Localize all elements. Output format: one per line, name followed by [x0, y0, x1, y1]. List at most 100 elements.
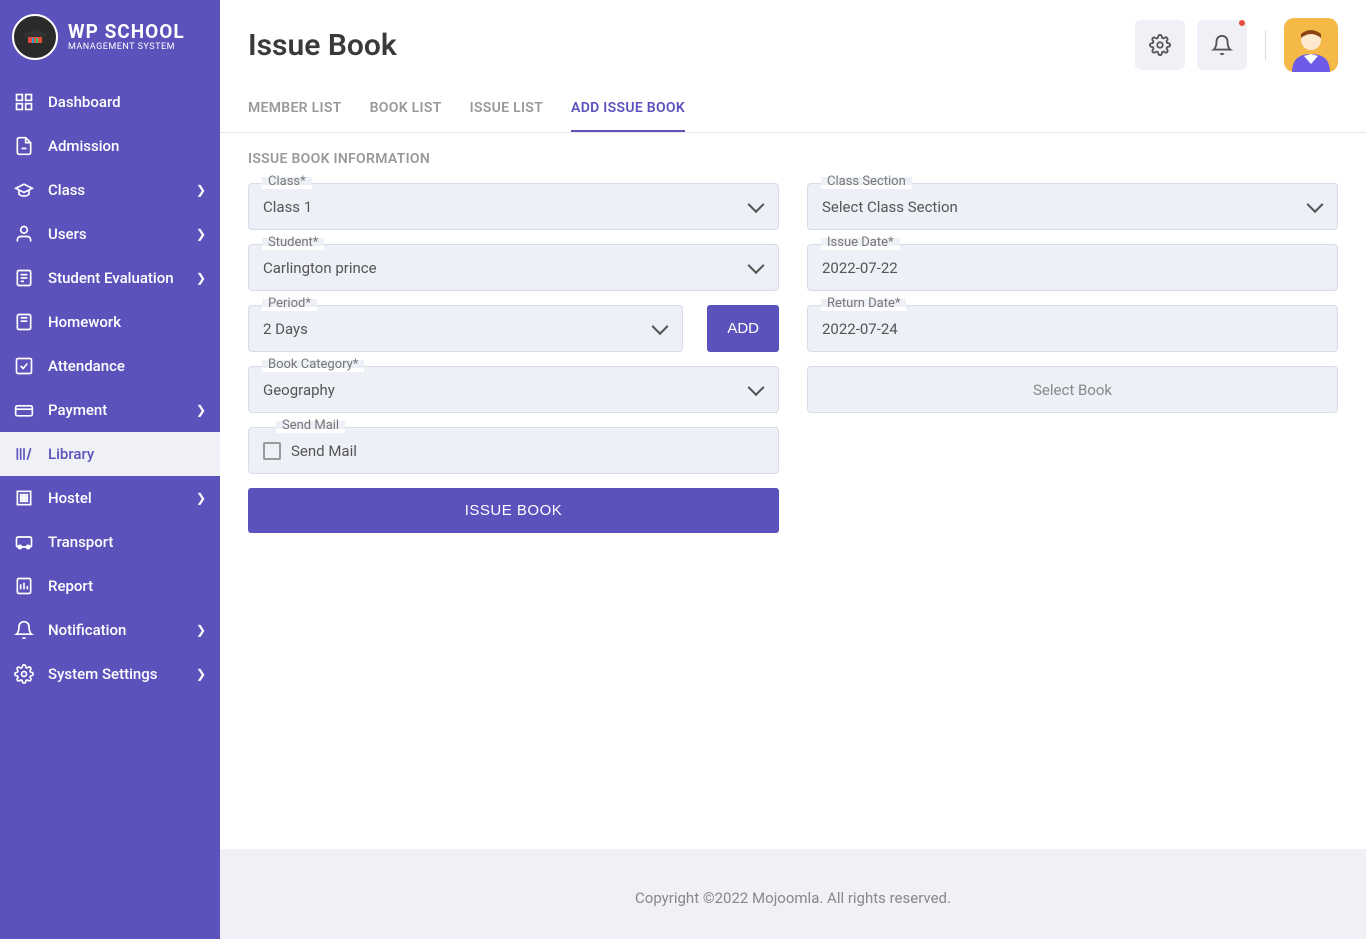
return-date-input[interactable]: 2022-07-24: [807, 305, 1338, 352]
sidebar-item-system-settings[interactable]: System Settings❯: [0, 652, 220, 696]
sidebar-item-label: Class: [48, 181, 196, 199]
logo[interactable]: WP SCHOOL MANAGEMENT SYSTEM: [0, 0, 220, 80]
notification-dot: [1239, 20, 1245, 26]
sidebar-item-label: Notification: [48, 621, 196, 639]
sidebar-item-label: System Settings: [48, 665, 196, 683]
sidebar-item-transport[interactable]: Transport: [0, 520, 220, 564]
chevron-right-icon: ❯: [196, 667, 206, 681]
select-book[interactable]: Select Book: [807, 366, 1338, 413]
sidebar-item-notification[interactable]: Notification❯: [0, 608, 220, 652]
chevron-right-icon: ❯: [196, 491, 206, 505]
tab-member-list[interactable]: MEMBER LIST: [248, 100, 342, 132]
logo-title: WP SCHOOL: [68, 22, 185, 43]
send-mail-field: Send Mail Send Mail: [248, 427, 779, 474]
sidebar-item-student-evaluation[interactable]: Student Evaluation❯: [0, 256, 220, 300]
sidebar-item-label: Report: [48, 577, 206, 595]
hostel-icon: [14, 488, 34, 508]
payment-icon: [14, 400, 34, 420]
class-section-field[interactable]: Class Section Select Class Section: [807, 183, 1338, 230]
page-title: Issue Book: [248, 28, 1135, 63]
settings-icon: [14, 664, 34, 684]
period-field[interactable]: Period* 2 Days: [248, 305, 683, 352]
send-mail-checkbox[interactable]: [263, 442, 281, 460]
attendance-icon: [14, 356, 34, 376]
sidebar-item-dashboard[interactable]: Dashboard: [0, 80, 220, 124]
book-category-select[interactable]: Geography: [248, 366, 779, 413]
section-title: ISSUE BOOK INFORMATION: [248, 151, 1338, 167]
send-mail-label: Send Mail: [291, 442, 357, 460]
sidebar-item-label: Admission: [48, 137, 206, 155]
sidebar-item-label: Attendance: [48, 357, 206, 375]
class-icon: [14, 180, 34, 200]
sidebar-item-report[interactable]: Report: [0, 564, 220, 608]
sidebar-item-admission[interactable]: Admission: [0, 124, 220, 168]
sidebar-item-label: Hostel: [48, 489, 196, 507]
sidebar-item-users[interactable]: Users❯: [0, 212, 220, 256]
class-select[interactable]: Class 1: [248, 183, 779, 230]
sidebar-item-attendance[interactable]: Attendance: [0, 344, 220, 388]
notification-icon: [14, 620, 34, 640]
class-label: Class*: [262, 174, 312, 189]
sidebar-item-library[interactable]: Library: [0, 432, 220, 476]
sidebar-item-homework[interactable]: Homework: [0, 300, 220, 344]
issue-date-field[interactable]: Issue Date* 2022-07-22: [807, 244, 1338, 291]
notifications-button[interactable]: [1197, 20, 1247, 70]
select-book-field[interactable]: Select Book: [807, 366, 1338, 413]
logo-subtitle: MANAGEMENT SYSTEM: [68, 43, 185, 53]
content: ISSUE BOOK INFORMATION Class* Class 1 St…: [220, 133, 1366, 849]
sidebar-item-label: Library: [48, 445, 206, 463]
book-category-field[interactable]: Book Category* Geography: [248, 366, 779, 413]
class-section-select[interactable]: Select Class Section: [807, 183, 1338, 230]
issue-book-button[interactable]: ISSUE BOOK: [248, 488, 779, 533]
sidebar-item-hostel[interactable]: Hostel❯: [0, 476, 220, 520]
nav: DashboardAdmissionClass❯Users❯Student Ev…: [0, 80, 220, 939]
sidebar-item-payment[interactable]: Payment❯: [0, 388, 220, 432]
sidebar: WP SCHOOL MANAGEMENT SYSTEM Dashboard Adm…: [0, 0, 220, 939]
report-icon: [14, 576, 34, 596]
tabs: MEMBER LIST BOOK LIST ISSUE LIST ADD ISSUE …: [220, 72, 1366, 133]
homework-icon: [14, 312, 34, 332]
return-date-field[interactable]: Return Date* 2022-07-24: [807, 305, 1338, 352]
class-section-label: Class Section: [821, 174, 912, 189]
add-button[interactable]: ADD: [707, 305, 779, 352]
period-label: Period*: [262, 296, 317, 311]
avatar[interactable]: [1284, 18, 1338, 72]
chevron-right-icon: ❯: [196, 227, 206, 241]
dashboard-icon: [14, 92, 34, 112]
class-field[interactable]: Class* Class 1: [248, 183, 779, 230]
footer: Copyright ©2022 Mojoomla. All rights res…: [220, 849, 1366, 939]
send-mail-legend: Send Mail: [276, 418, 345, 433]
tab-add-issue-book[interactable]: ADD ISSUE BOOK: [571, 100, 685, 132]
sidebar-item-class[interactable]: Class❯: [0, 168, 220, 212]
book-category-label: Book Category*: [262, 357, 364, 372]
tab-issue-list[interactable]: ISSUE LIST: [470, 100, 543, 132]
student-field[interactable]: Student* Carlington prince: [248, 244, 779, 291]
header: Issue Book: [220, 0, 1366, 72]
users-icon: [14, 224, 34, 244]
issue-date-input[interactable]: 2022-07-22: [807, 244, 1338, 291]
divider: [1265, 30, 1266, 60]
student-select[interactable]: Carlington prince: [248, 244, 779, 291]
return-date-label: Return Date*: [821, 296, 906, 311]
student-label: Student*: [262, 235, 324, 250]
tab-book-list[interactable]: BOOK LIST: [370, 100, 442, 132]
chevron-right-icon: ❯: [196, 271, 206, 285]
chevron-right-icon: ❯: [196, 623, 206, 637]
library-icon: [14, 444, 34, 464]
settings-button[interactable]: [1135, 20, 1185, 70]
main: Issue Book MEMBER LIST BOOK LIST ISSUE LIS…: [220, 0, 1366, 939]
logo-icon: [12, 14, 58, 60]
period-select[interactable]: 2 Days: [248, 305, 683, 352]
admission-icon: [14, 136, 34, 156]
issue-date-label: Issue Date*: [821, 235, 900, 250]
transport-icon: [14, 532, 34, 552]
chevron-right-icon: ❯: [196, 183, 206, 197]
sidebar-item-label: Payment: [48, 401, 196, 419]
sidebar-item-label: Homework: [48, 313, 206, 331]
avatar-icon: [1284, 22, 1338, 72]
evaluation-icon: [14, 268, 34, 288]
sidebar-item-label: Student Evaluation: [48, 269, 196, 287]
sidebar-item-label: Transport: [48, 533, 206, 551]
sidebar-item-label: Dashboard: [48, 93, 206, 111]
gear-icon: [1149, 34, 1171, 56]
